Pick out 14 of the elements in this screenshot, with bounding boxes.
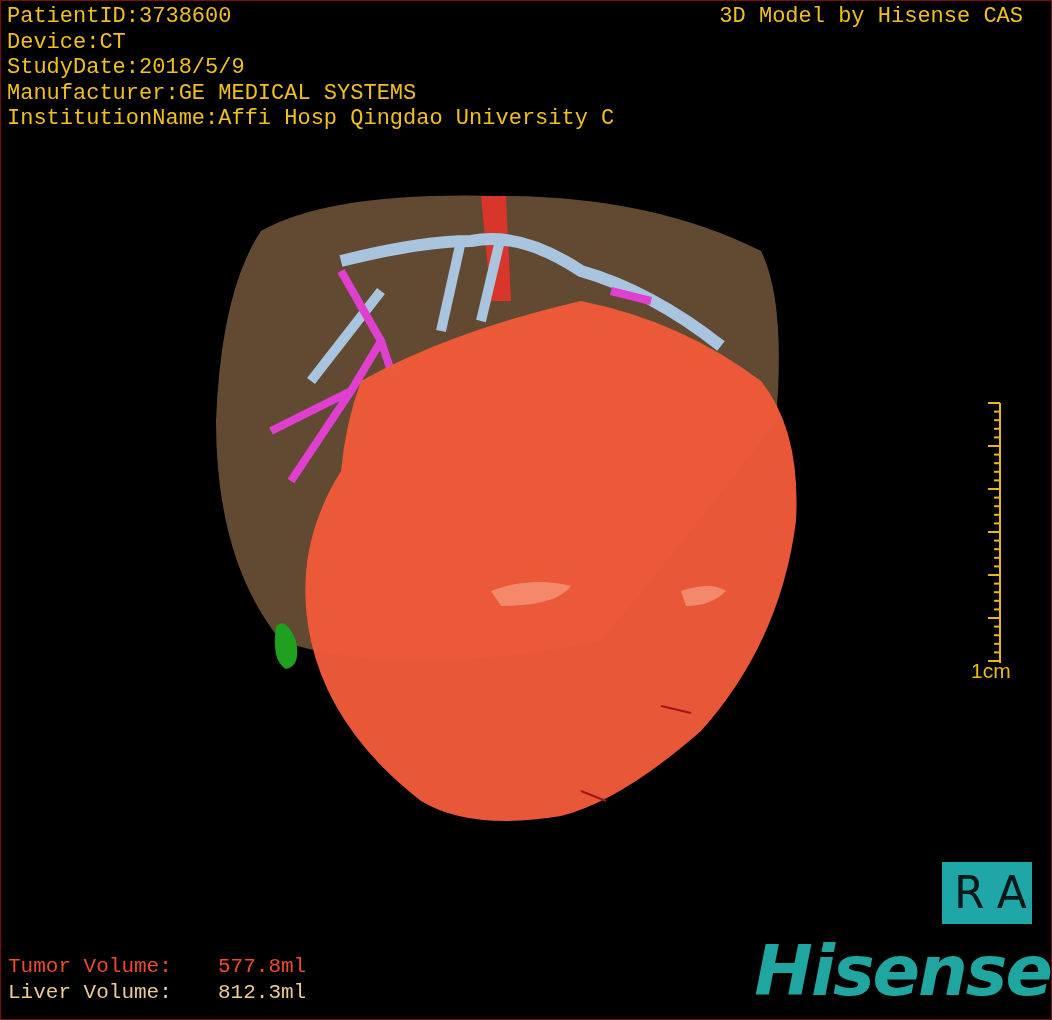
volume-value: 577.8ml bbox=[218, 954, 307, 980]
patient-info-text: Device:CT bbox=[7, 29, 127, 55]
orientation-marker: RA bbox=[942, 862, 1032, 924]
patient-info-text: InstitutionName:Affi Hosp Qingdao University C bbox=[7, 106, 615, 132]
volume-label: Tumor Volume: bbox=[8, 954, 173, 980]
volume-value: 812.3ml bbox=[218, 980, 307, 1006]
scale-ruler-icon bbox=[987, 402, 1003, 664]
patient-info-text: PatientID:3738600 bbox=[7, 4, 233, 30]
brand-logo: Hisense bbox=[754, 931, 1051, 1011]
patient-info-text: StudyDate:2018/5/9 bbox=[7, 55, 246, 81]
patient-info-text: Manufacturer:GE MEDICAL SYSTEMS bbox=[7, 80, 418, 106]
model-credit-text: 3D Model by Hisense CAS bbox=[719, 4, 1023, 29]
scale-label: 1cm bbox=[971, 659, 1011, 683]
volume-label: Liver Volume: bbox=[8, 980, 173, 1006]
